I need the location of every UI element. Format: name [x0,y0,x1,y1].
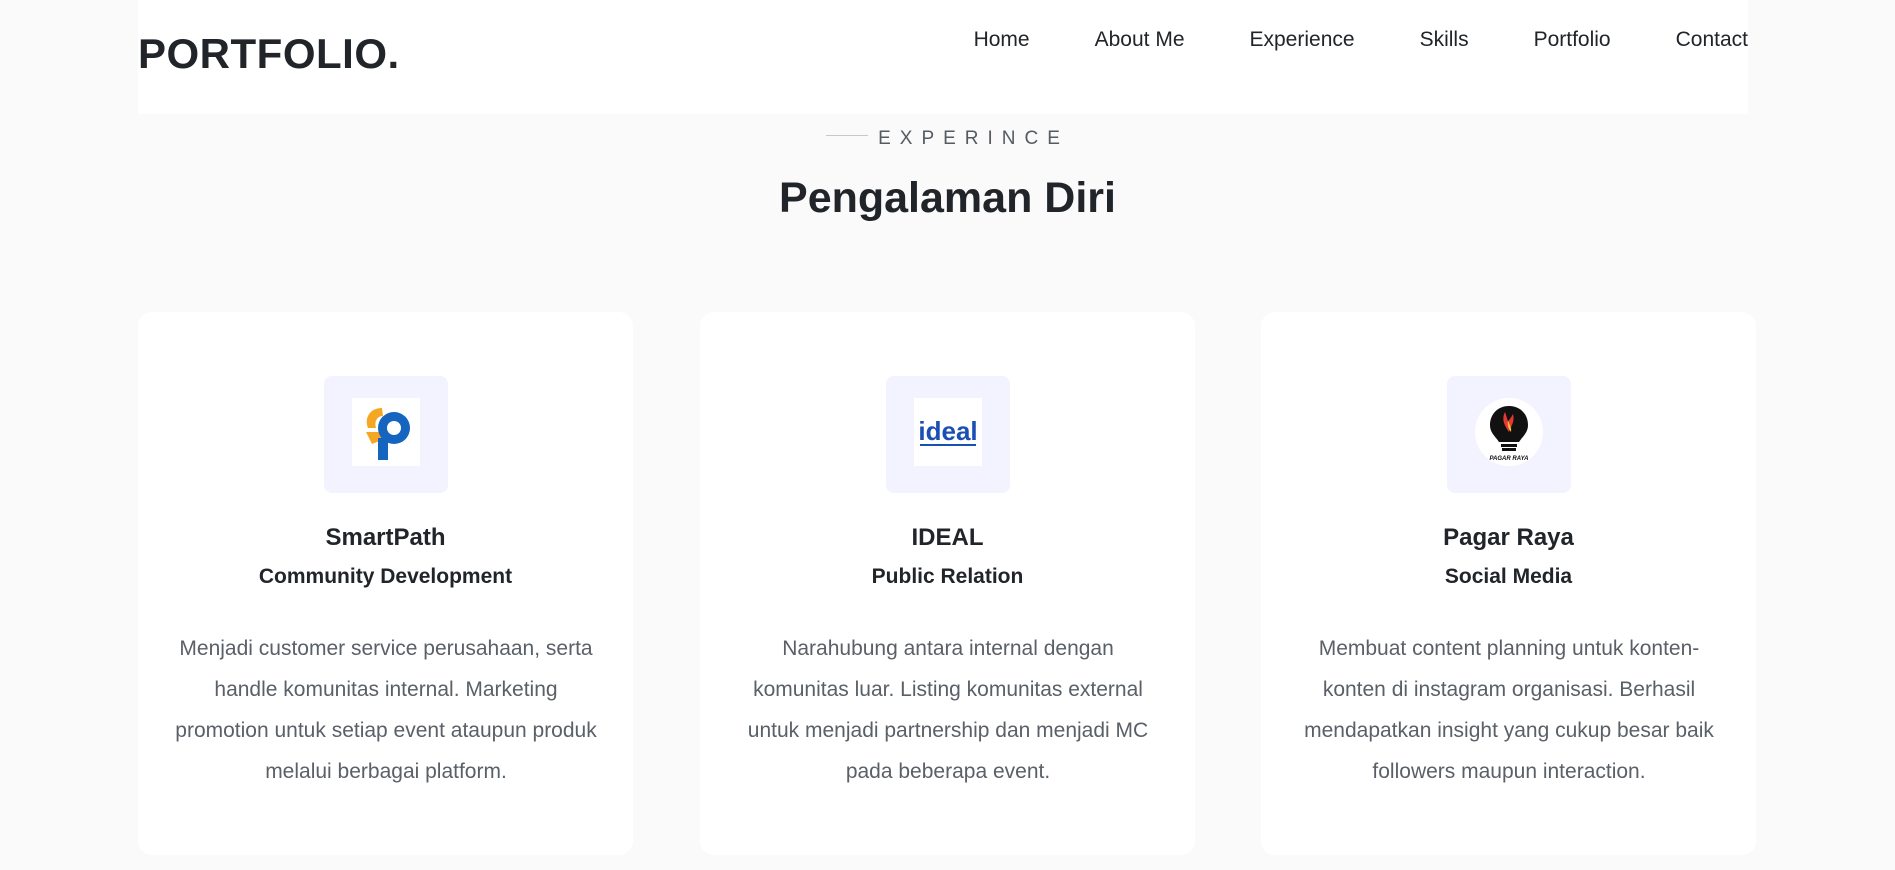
card-company-name: Pagar Raya [1443,524,1574,551]
card-description: Membuat content planning untuk konten-ko… [1304,637,1714,783]
experience-card-pagar-raya: PAGAR RAYA Pagar Raya Social Media Membu… [1261,312,1756,855]
main-nav: Home About Me Experience Skills Portfoli… [974,28,1748,52]
section-title: Pengalaman Diri [779,174,1116,222]
logo-box [324,376,448,493]
card-role: Public Relation [871,565,1024,588]
nav-about-me[interactable]: About Me [1095,28,1185,52]
site-header: PORTFOLIO. Home About Me Experience Skil… [138,0,1748,114]
card-description: Narahubung antara internal dengan komuni… [747,637,1149,783]
ideal-logo-text: ideal [918,416,977,446]
nav-home[interactable]: Home [974,28,1030,52]
experience-card-ideal: ideal IDEAL Public Relation Narahubung a… [700,312,1195,855]
nav-contact[interactable]: Contact [1676,28,1748,52]
card-company-name: IDEAL [911,524,984,551]
subtitle-divider [826,135,869,137]
ideal-logo-icon: ideal [914,398,982,466]
nav-portfolio[interactable]: Portfolio [1534,28,1611,52]
card-role: Community Development [258,565,513,588]
section-subtitle: EXPERINCE [0,128,1895,150]
nav-experience[interactable]: Experience [1250,28,1355,52]
logo-box: ideal [886,376,1010,493]
brand-logo[interactable]: PORTFOLIO. [138,30,400,78]
experience-card-smartpath: SmartPath Community Development Menjadi … [138,312,633,855]
section-subtitle-text: EXPERINCE [878,128,1069,149]
card-description: Menjadi customer service perusahaan, ser… [175,637,597,783]
pagar-raya-logo-icon: PAGAR RAYA [1475,398,1543,466]
nav-skills[interactable]: Skills [1420,28,1469,52]
logo-box: PAGAR RAYA [1447,376,1571,493]
card-role: Social Media [1444,565,1573,588]
card-company-name: SmartPath [325,524,446,551]
smartpath-logo-icon [352,398,420,466]
pagar-raya-logo-text: PAGAR RAYA [1490,456,1529,462]
